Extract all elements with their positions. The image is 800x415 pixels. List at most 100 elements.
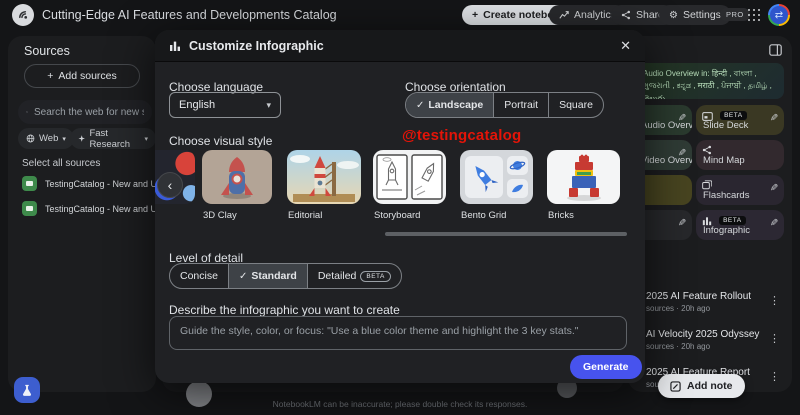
search-input[interactable] (34, 107, 144, 118)
account-avatar[interactable]: ⇄ (768, 4, 790, 26)
style-card-editorial[interactable] (287, 150, 361, 204)
carousel-scrollbar[interactable] (385, 232, 627, 236)
panel-icon (769, 44, 782, 56)
notebooklm-logo-icon[interactable] (12, 4, 34, 26)
note-title: AI Velocity 2025 Odyssey (646, 329, 786, 340)
source-item[interactable]: TestingCatalog - New and Unreleased (22, 176, 156, 191)
beta-badge: BETA (719, 216, 746, 225)
language-select[interactable]: English ▾ (169, 92, 281, 118)
orientation-segmented-control: ✓ Landscape Portrait Square (405, 92, 604, 118)
style-card-3d-clay[interactable] (202, 150, 272, 204)
studio-card-flashcards[interactable]: Flashcards ✎ (696, 175, 784, 205)
beta-badge: BETA (360, 271, 391, 282)
analytics-label: Analytics (574, 9, 616, 21)
detail-concise[interactable]: Concise (170, 264, 228, 288)
note-list-item[interactable]: 2025 AI Feature Rollout sources · 20h ag… (646, 291, 786, 313)
studio-panel: Audio Overview in: हिन्दी , বাংলা , ગુજર… (628, 36, 792, 392)
globe-icon (26, 134, 35, 143)
modal-header: Customize Infographic ✕ (155, 30, 645, 62)
sources-panel: Sources + Add sources Web ▾ Fast (8, 36, 156, 392)
edit-pencil-icon[interactable]: ✎ (678, 113, 686, 124)
mind-map-icon (702, 145, 712, 155)
add-note-button[interactable]: Add note (658, 374, 745, 398)
more-menu-icon[interactable]: ⋮ (769, 370, 780, 383)
flashcards-icon (702, 180, 712, 190)
edit-pencil-icon[interactable]: ✎ (770, 183, 778, 194)
orientation-portrait[interactable]: Portrait (493, 93, 548, 117)
arrows-icon: ⇄ (775, 10, 783, 21)
plus-icon: + (47, 70, 53, 82)
scroll-button-partial[interactable] (186, 381, 212, 407)
source-title: TestingCatalog - New and Unreleased (45, 204, 156, 214)
style-card-bento-grid[interactable] (460, 150, 533, 204)
modal-title: Customize Infographic (189, 39, 324, 53)
more-menu-icon[interactable]: ⋮ (769, 332, 780, 345)
source-favicon-icon (22, 176, 37, 191)
style-label-bricks: Bricks (548, 210, 574, 221)
storyboard-sketch-art (373, 150, 446, 204)
apps-grid-icon (748, 9, 750, 11)
orientation-square[interactable]: Square (548, 93, 603, 117)
search-icon (26, 107, 28, 117)
audio-wave-glyph (15, 7, 31, 23)
describe-label: Describe the infographic you want to cre… (169, 303, 400, 317)
collapse-panel-button[interactable] (769, 44, 782, 56)
edit-pencil-icon[interactable]: ✎ (770, 113, 778, 124)
studio-card-slide-deck[interactable]: BETA Slide Deck ✎ (696, 105, 784, 135)
source-item[interactable]: TestingCatalog - New and Unreleased (22, 201, 156, 216)
style-label-bento-grid: Bento Grid (461, 210, 506, 221)
detail-detailed[interactable]: Detailed BETA (307, 264, 401, 288)
card-label: Infographic (703, 225, 750, 236)
check-icon: ✓ (416, 100, 424, 111)
style-label-3d-clay: 3D Clay (203, 210, 237, 221)
sparkle-icon (78, 134, 85, 143)
detail-segmented-control: Concise ✓ Standard Detailed BETA (169, 263, 402, 289)
editorial-rocket-art (287, 150, 361, 204)
orientation-landscape[interactable]: ✓ Landscape (406, 93, 493, 117)
carousel-left-button[interactable]: ‹ (157, 172, 183, 198)
customize-infographic-modal: Customize Infographic ✕ Choose language … (155, 30, 645, 383)
note-title: 2025 AI Feature Rollout (646, 291, 786, 302)
bricks-rocket-art (547, 150, 620, 204)
style-label-editorial: Editorial (288, 210, 322, 221)
card-label: Flashcards (703, 190, 749, 201)
labs-button[interactable] (14, 377, 40, 403)
web-search-field[interactable] (18, 100, 152, 124)
infographic-bars-icon (169, 40, 181, 52)
audio-language-banner: Audio Overview in: हिन्दी , বাংলা , ગુજર… (636, 63, 784, 99)
edit-pencil-icon[interactable]: ✎ (678, 148, 686, 159)
check-icon: ✓ (239, 271, 247, 282)
chevron-left-icon: ‹ (168, 177, 173, 193)
fast-research-label: Fast Research (89, 128, 140, 150)
card-label: Mind Map (703, 155, 745, 166)
studio-card-mind-map[interactable]: Mind Map (696, 140, 784, 170)
notebook-title[interactable]: Cutting-Edge AI Features and Development… (42, 8, 337, 22)
describe-textarea[interactable] (169, 316, 627, 350)
note-list-item[interactable]: AI Velocity 2025 Odyssey sources · 20h a… (646, 329, 786, 351)
detail-standard[interactable]: ✓ Standard (228, 264, 307, 288)
apps-grid-button[interactable] (748, 9, 761, 22)
share-icon (621, 10, 631, 20)
edit-pencil-icon[interactable]: ✎ (770, 218, 778, 229)
style-card-storyboard[interactable] (373, 150, 446, 204)
analytics-chart-icon (559, 10, 569, 20)
settings-label: Settings (683, 9, 721, 21)
add-sources-label: Add sources (58, 70, 116, 82)
add-sources-button[interactable]: + Add sources (24, 64, 140, 88)
web-filter-chip[interactable]: Web ▾ (18, 128, 74, 149)
add-note-label: Add note (687, 380, 733, 392)
source-favicon-icon (22, 201, 37, 216)
gear-icon: ⚙ (669, 10, 678, 21)
pro-badge: PRO (720, 8, 750, 21)
generate-button[interactable]: Generate (570, 355, 642, 379)
watermark-text: @testingcatalog (402, 127, 521, 144)
close-icon[interactable]: ✕ (620, 38, 631, 54)
style-card-bricks[interactable] (547, 150, 620, 204)
edit-pencil-icon[interactable]: ✎ (678, 218, 686, 229)
visual-style-label: Choose visual style (169, 134, 272, 148)
select-all-sources-label[interactable]: Select all sources (22, 158, 100, 169)
more-menu-icon[interactable]: ⋮ (769, 294, 780, 307)
fast-research-chip[interactable]: Fast Research ▾ (70, 128, 156, 149)
chevron-down-icon: ▾ (62, 135, 66, 143)
studio-card-infographic[interactable]: BETA Infographic ✎ (696, 210, 784, 240)
